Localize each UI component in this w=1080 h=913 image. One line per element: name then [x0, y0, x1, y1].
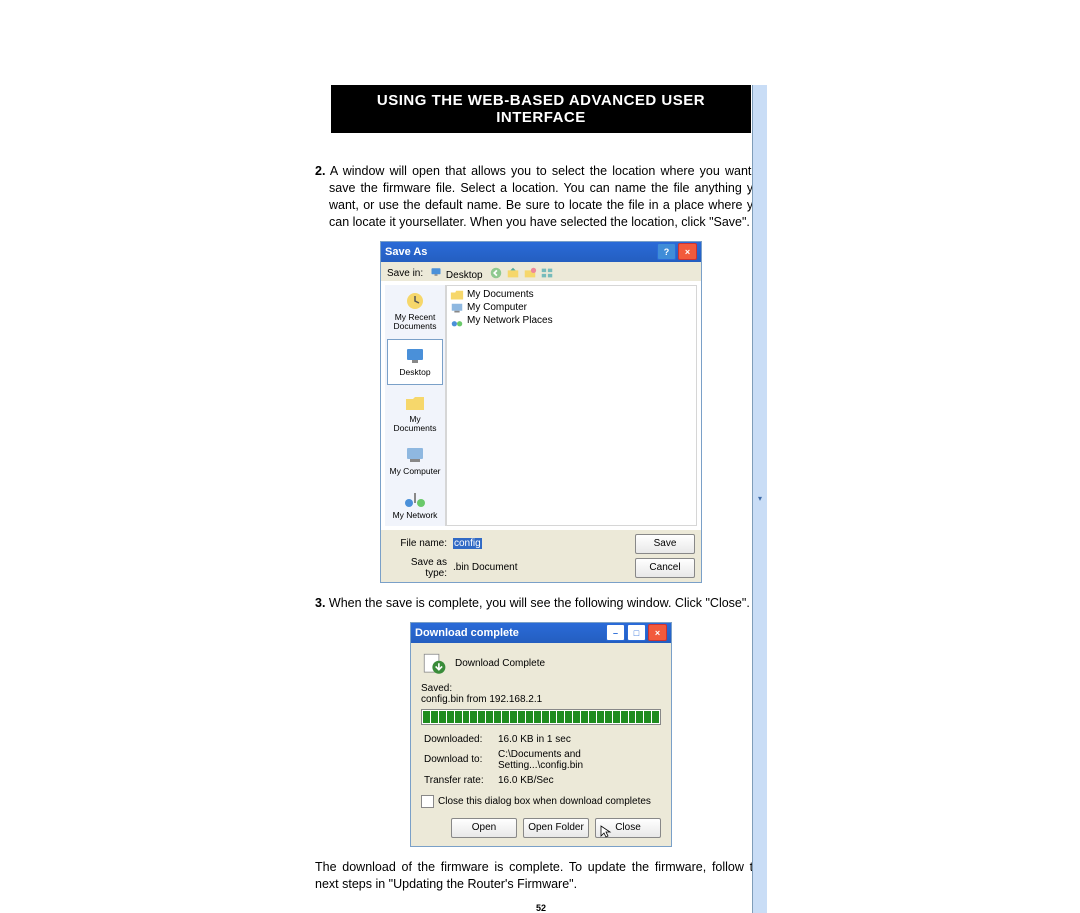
step-2-text: 2. A window will open that allows you to… — [329, 163, 767, 231]
download-info-table: Downloaded:16.0 KB in 1 sec Download to:C… — [421, 731, 661, 789]
dialog-title: Save As — [385, 246, 657, 258]
filename-label: File name: — [387, 538, 447, 549]
step-3-text: 3. When the save is complete, you will s… — [315, 595, 767, 612]
table-row: Download to:C:\Documents and Setting...\… — [423, 748, 659, 772]
saved-value: config.bin from 192.168.2.1 — [421, 694, 661, 705]
saved-label: Saved: — [421, 683, 661, 694]
place-mynet[interactable]: My Network — [385, 483, 445, 526]
place-mydocs[interactable]: My Documents — [385, 387, 445, 440]
mynet-icon — [403, 489, 427, 509]
filename-value: config — [453, 538, 482, 549]
page-number: 52 — [315, 903, 767, 913]
desktop-icon — [429, 266, 443, 278]
step-3-num: 3. — [315, 596, 325, 610]
step-2-body: A window will open that allows you to se… — [329, 164, 767, 229]
titlebar: Download complete – □ × — [411, 623, 671, 643]
titlebar: Save As ? × — [381, 242, 701, 262]
help-icon[interactable]: ? — [657, 243, 676, 260]
download-icon — [421, 651, 447, 677]
saveastype-dropdown[interactable]: .bin Document ▾ — [453, 562, 629, 573]
download-complete-dialog: Download complete – □ × Download Complet… — [410, 622, 672, 847]
file-list[interactable]: My DocumentsMy ComputerMy Network Places — [446, 285, 697, 526]
views-icon[interactable] — [540, 266, 554, 280]
chevron-down-icon[interactable]: ▾ — [752, 85, 767, 913]
saveastype-label: Save as type: — [387, 557, 447, 579]
save-in-label: Save in: — [387, 268, 423, 279]
list-item[interactable]: My Documents — [450, 289, 693, 301]
close-button[interactable]: Close — [595, 818, 661, 838]
mycomp-icon — [403, 445, 427, 465]
list-item[interactable]: My Computer — [450, 302, 693, 314]
close-when-done-checkbox[interactable] — [421, 795, 434, 808]
recent-icon — [403, 291, 427, 311]
save-as-dialog: Save As ? × Save in: Desktop ▾ My Recent… — [380, 241, 702, 583]
up-icon[interactable] — [506, 266, 520, 280]
mydocs-icon — [403, 393, 427, 413]
dialog-title: Download complete — [415, 627, 606, 639]
close-icon[interactable]: × — [648, 624, 667, 641]
open-folder-button[interactable]: Open Folder — [523, 818, 589, 838]
footer-text: The download of the firmware is complete… — [315, 859, 767, 893]
network-icon — [450, 315, 464, 327]
save-in-dropdown[interactable]: Desktop ▾ — [429, 266, 482, 281]
save-in-value: Desktop — [446, 270, 483, 281]
newfolder-icon[interactable] — [523, 266, 537, 280]
close-icon[interactable]: × — [678, 243, 697, 260]
open-button[interactable]: Open — [451, 818, 517, 838]
save-button[interactable]: Save — [635, 534, 695, 554]
computer-icon — [450, 302, 464, 314]
place-recent[interactable]: My Recent Documents — [385, 285, 445, 338]
step-2-num: 2. — [315, 164, 325, 178]
filename-input[interactable]: config ▾ — [453, 538, 629, 549]
saveastype-value: .bin Document — [453, 562, 517, 573]
step-3-body: When the save is complete, you will see … — [329, 596, 750, 610]
close-when-done-label: Close this dialog box when download comp… — [438, 796, 651, 807]
place-desktop[interactable]: Desktop — [387, 339, 443, 384]
cancel-button[interactable]: Cancel — [635, 558, 695, 578]
desktop-icon — [403, 346, 427, 366]
places-bar: My Recent DocumentsDesktopMy DocumentsMy… — [385, 285, 446, 526]
progress-bar — [421, 709, 661, 725]
table-row: Downloaded:16.0 KB in 1 sec — [423, 733, 659, 746]
back-icon[interactable] — [489, 266, 503, 280]
section-heading: USING THE WEB-BASED ADVANCED USER INTERF… — [331, 85, 751, 133]
place-mycomp[interactable]: My Computer — [385, 439, 445, 482]
cursor-icon — [600, 825, 612, 839]
folder-icon — [450, 289, 464, 301]
minimize-icon[interactable]: – — [606, 624, 625, 641]
maximize-icon[interactable]: □ — [627, 624, 646, 641]
table-row: Transfer rate:16.0 KB/Sec — [423, 774, 659, 787]
dl-heading: Download Complete — [455, 658, 545, 669]
list-item[interactable]: My Network Places — [450, 315, 693, 327]
